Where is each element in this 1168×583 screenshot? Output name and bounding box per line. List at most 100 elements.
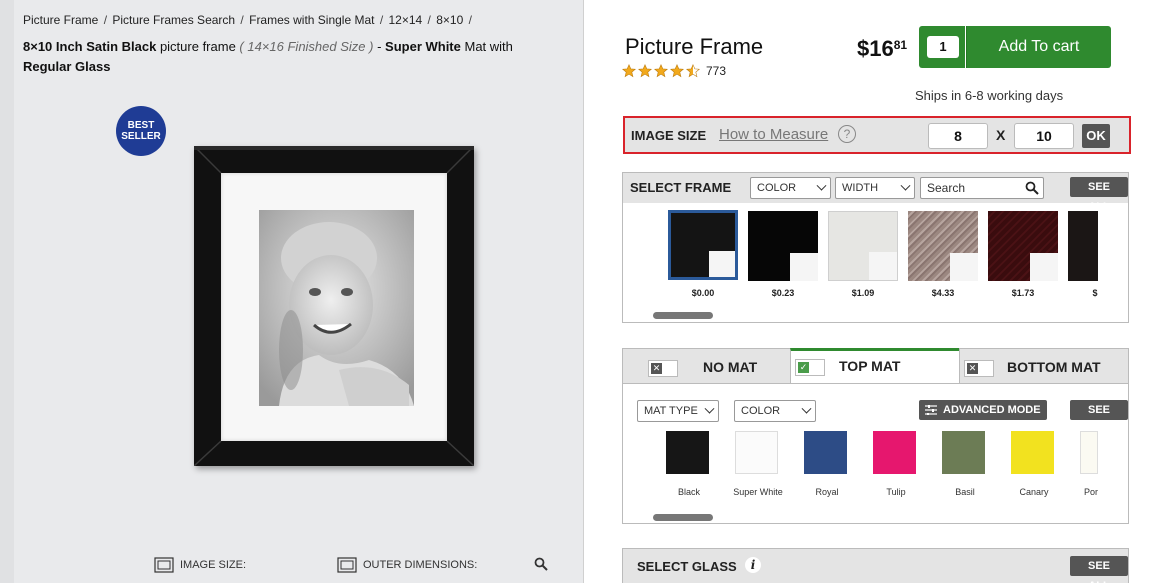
star-icon bbox=[638, 64, 652, 78]
preview-pane: Picture Frame / Picture Frames Search / … bbox=[0, 0, 583, 583]
mat-see-all-button[interactable]: SEE ALL bbox=[1070, 400, 1128, 436]
no-mat-checkbox[interactable]: ✕ bbox=[648, 360, 678, 377]
frame-swatch[interactable] bbox=[988, 211, 1058, 281]
mat-swatch-black[interactable] bbox=[666, 431, 709, 474]
preview-info-bar: IMAGE SIZE: OUTER DIMENSIONS: bbox=[0, 550, 583, 583]
best-seller-badge: BEST SELLER bbox=[116, 106, 166, 156]
swatch-corner bbox=[790, 253, 818, 281]
mat-swatch-basil[interactable] bbox=[942, 431, 985, 474]
title-glass-name: Regular Glass bbox=[23, 59, 111, 74]
frame-swatch[interactable] bbox=[908, 211, 978, 281]
mat-color-select[interactable]: COLOR bbox=[734, 400, 816, 422]
star-icon bbox=[654, 64, 668, 78]
bottom-mat-checkbox[interactable]: ✕ bbox=[964, 360, 994, 377]
pane-edge bbox=[0, 0, 14, 583]
breadcrumb-link[interactable]: Picture Frames Search bbox=[112, 13, 235, 27]
glass-see-all-button[interactable]: SEE ALL bbox=[1070, 556, 1128, 583]
frame-price: $ bbox=[1092, 288, 1098, 298]
preview-photo bbox=[259, 210, 414, 406]
breadcrumb-link[interactable]: Frames with Single Mat bbox=[249, 13, 374, 27]
product-title: 8×10 Inch Satin Black picture frame ( 14… bbox=[23, 37, 563, 77]
tab-top-mat[interactable]: ✓ TOP MAT bbox=[790, 348, 960, 384]
breadcrumb-link[interactable]: 8×10 bbox=[436, 13, 463, 27]
title-finished-size: ( 14×16 Finished Size ) bbox=[239, 39, 374, 54]
frame-color-select[interactable]: COLOR bbox=[750, 177, 831, 199]
frame-price: $0.00 bbox=[691, 288, 715, 298]
image-size-bar: IMAGE SIZE How to Measure ? 8 X 10 OK bbox=[623, 116, 1131, 154]
mat-label: Royal bbox=[815, 487, 839, 497]
mat-label: Por bbox=[1083, 487, 1098, 497]
frame-see-all-button[interactable]: SEE ALL bbox=[1070, 177, 1128, 213]
breadcrumb-link[interactable]: 12×14 bbox=[389, 13, 423, 27]
swatch-corner bbox=[950, 253, 978, 281]
image-size-ok-button[interactable]: OK bbox=[1082, 124, 1110, 148]
mat-swatch-canary[interactable] bbox=[1011, 431, 1054, 474]
frame-price: $4.33 bbox=[931, 288, 955, 298]
image-height-input[interactable]: 10 bbox=[1014, 123, 1074, 149]
image-width-input[interactable]: 8 bbox=[928, 123, 988, 149]
info-icon[interactable]: i bbox=[745, 557, 761, 573]
mat-label: Black bbox=[677, 487, 700, 497]
tab-no-mat[interactable]: ✕ NO MAT bbox=[622, 348, 791, 384]
add-to-cart-button[interactable]: Add To cart bbox=[966, 26, 1111, 68]
search-placeholder: Search bbox=[927, 181, 966, 195]
chevron-down-icon bbox=[816, 180, 827, 191]
tab-bottom-mat[interactable]: ✕ BOTTOM MAT bbox=[959, 348, 1129, 384]
mat-scrollbar[interactable] bbox=[653, 514, 713, 521]
help-icon[interactable]: ? bbox=[838, 125, 856, 143]
swatch-corner bbox=[869, 252, 897, 280]
review-count: 773 bbox=[706, 64, 727, 78]
how-to-measure-link[interactable]: How to Measure bbox=[719, 126, 828, 143]
mat-label: Basil bbox=[955, 487, 975, 497]
frame-swatch-selected[interactable] bbox=[668, 210, 738, 280]
price-cents: 81 bbox=[893, 38, 908, 52]
rating[interactable]: 773 bbox=[622, 64, 726, 78]
mat-swatch-super-white[interactable] bbox=[735, 431, 778, 474]
frame-swatch[interactable] bbox=[1068, 211, 1098, 281]
select-glass-header: SELECT GLASS i SEE ALL bbox=[622, 548, 1129, 583]
sliders-icon bbox=[925, 405, 937, 415]
breadcrumb: Picture Frame / Picture Frames Search / … bbox=[23, 13, 472, 27]
select-frame-title: SELECT FRAME bbox=[630, 180, 732, 195]
swatch-corner bbox=[709, 251, 735, 277]
mat-swatch-royal[interactable] bbox=[804, 431, 847, 474]
mat-color-value: COLOR bbox=[741, 405, 781, 417]
title-text: picture frame bbox=[156, 39, 240, 54]
frame-width-select[interactable]: WIDTH bbox=[835, 177, 915, 199]
frame-scrollbar[interactable] bbox=[653, 312, 713, 319]
outer-dimensions-icon bbox=[337, 557, 357, 573]
select-glass-title: SELECT GLASS bbox=[637, 559, 737, 574]
title-text: - bbox=[373, 39, 386, 54]
image-size-info: IMAGE SIZE: bbox=[154, 557, 246, 573]
price: $1681 bbox=[857, 36, 907, 62]
advanced-mode-button[interactable]: ADVANCED MODE bbox=[919, 400, 1047, 420]
frame-search-input[interactable]: Search bbox=[920, 177, 1044, 199]
tab-label: BOTTOM MAT bbox=[1007, 359, 1101, 375]
frame-swatch[interactable] bbox=[828, 211, 898, 281]
image-size-label: IMAGE SIZE: bbox=[180, 559, 247, 571]
mat-tabs: ✕ NO MAT ✓ TOP MAT ✕ BOTTOM MAT bbox=[622, 348, 1129, 384]
mat-type-value: MAT TYPE bbox=[644, 405, 698, 417]
frame-swatch[interactable] bbox=[748, 211, 818, 281]
zoom-button[interactable] bbox=[534, 557, 548, 571]
quantity-input[interactable]: 1 bbox=[927, 36, 959, 58]
chevron-down-icon bbox=[704, 403, 715, 414]
outer-dimensions-info: OUTER DIMENSIONS: bbox=[337, 557, 477, 573]
chevron-down-icon bbox=[900, 180, 911, 191]
mat-swatch-tulip[interactable] bbox=[873, 431, 916, 474]
close-icon: ✕ bbox=[967, 363, 978, 374]
search-icon bbox=[1025, 181, 1039, 195]
select-frame-header: SELECT FRAME COLOR WIDTH Search SEE ALL bbox=[623, 173, 1128, 213]
tab-label: NO MAT bbox=[703, 359, 758, 375]
shipping-info: Ships in 6-8 working days bbox=[915, 88, 1064, 103]
star-icon bbox=[670, 64, 684, 78]
mat-type-select[interactable]: MAT TYPE bbox=[637, 400, 719, 422]
product-name: Picture Frame bbox=[625, 34, 764, 59]
breadcrumb-link[interactable]: Picture Frame bbox=[23, 13, 98, 27]
frame-price: $1.73 bbox=[1011, 288, 1035, 298]
frame-color-value: COLOR bbox=[757, 182, 797, 194]
frame-width-value: WIDTH bbox=[842, 182, 879, 194]
top-mat-checkbox[interactable]: ✓ bbox=[795, 359, 825, 376]
mat-swatch-por[interactable] bbox=[1080, 431, 1098, 474]
close-icon: ✕ bbox=[651, 363, 662, 374]
